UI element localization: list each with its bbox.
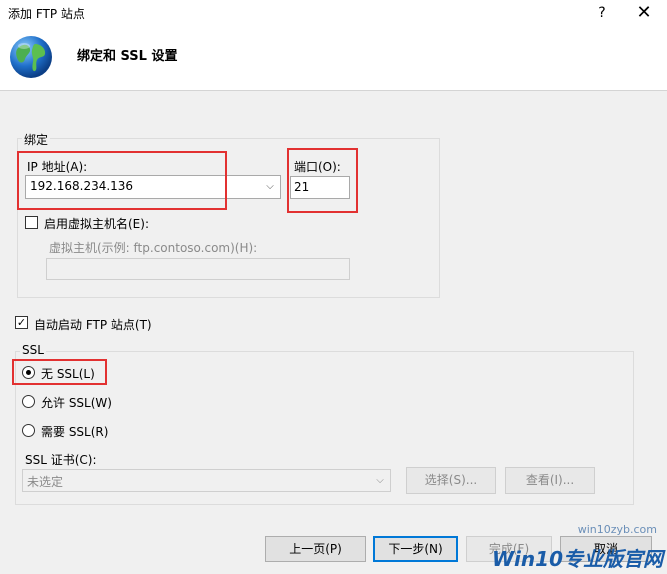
vhost-checkbox[interactable]: [25, 216, 38, 229]
header-divider: [0, 90, 667, 91]
prev-page-button[interactable]: 上一页(P): [265, 536, 366, 562]
port-highlight-box: [287, 148, 358, 213]
select-cert-button[interactable]: 选择(S)...: [406, 467, 496, 494]
ssl-cert-combo[interactable]: 未选定 ⌵: [22, 469, 391, 492]
autostart-checkbox[interactable]: ✓: [15, 316, 28, 329]
chevron-down-icon[interactable]: ⌵: [372, 470, 388, 491]
radio-require-ssl[interactable]: [22, 424, 35, 437]
radio-allow-ssl[interactable]: [22, 395, 35, 408]
vhost-label: 虚拟主机(示例: ftp.contoso.com)(H):: [49, 241, 258, 255]
help-button[interactable]: ?: [590, 1, 614, 25]
globe-icon: [10, 36, 52, 78]
close-button[interactable]: ✕: [628, 1, 660, 25]
no-ssl-highlight-box: [12, 359, 107, 385]
vhost-field[interactable]: [46, 258, 350, 280]
window-title: 添加 FTP 站点: [8, 7, 85, 21]
header-title: 绑定和 SSL 设置: [77, 49, 178, 64]
title-bar: 添加 FTP 站点 ? ✕: [0, 0, 667, 26]
ssl-cert-label: SSL 证书(C):: [25, 453, 97, 467]
next-button[interactable]: 下一步(N): [373, 536, 458, 562]
watermark-url: win10zyb.com: [577, 523, 657, 536]
view-cert-button[interactable]: 查看(I)...: [505, 467, 595, 494]
autostart-label: 自动启动 FTP 站点(T): [34, 318, 152, 332]
radio-allow-ssl-label: 允许 SSL(W): [41, 396, 112, 410]
vhost-checkbox-label: 启用虚拟主机名(E):: [44, 217, 149, 231]
watermark-brand: Win10专业版官网: [492, 547, 663, 571]
wizard-header: 绑定和 SSL 设置: [0, 26, 667, 90]
radio-require-ssl-label: 需要 SSL(R): [41, 425, 109, 439]
chevron-down-icon[interactable]: ⌵: [262, 176, 278, 198]
ssl-cert-value: 未选定: [27, 475, 64, 489]
add-ftp-site-dialog: 添加 FTP 站点 ? ✕ 绑定和 SSL 设置 绑定 IP 地址(A): 19…: [0, 0, 667, 574]
checkmark-icon: ✓: [16, 316, 27, 329]
site-watermark: win10zyb.com Win10专业版官网: [492, 523, 663, 572]
binding-group-label: 绑定: [22, 131, 51, 148]
ip-highlight-box: [17, 151, 227, 210]
ssl-group-label: SSL: [20, 343, 46, 357]
